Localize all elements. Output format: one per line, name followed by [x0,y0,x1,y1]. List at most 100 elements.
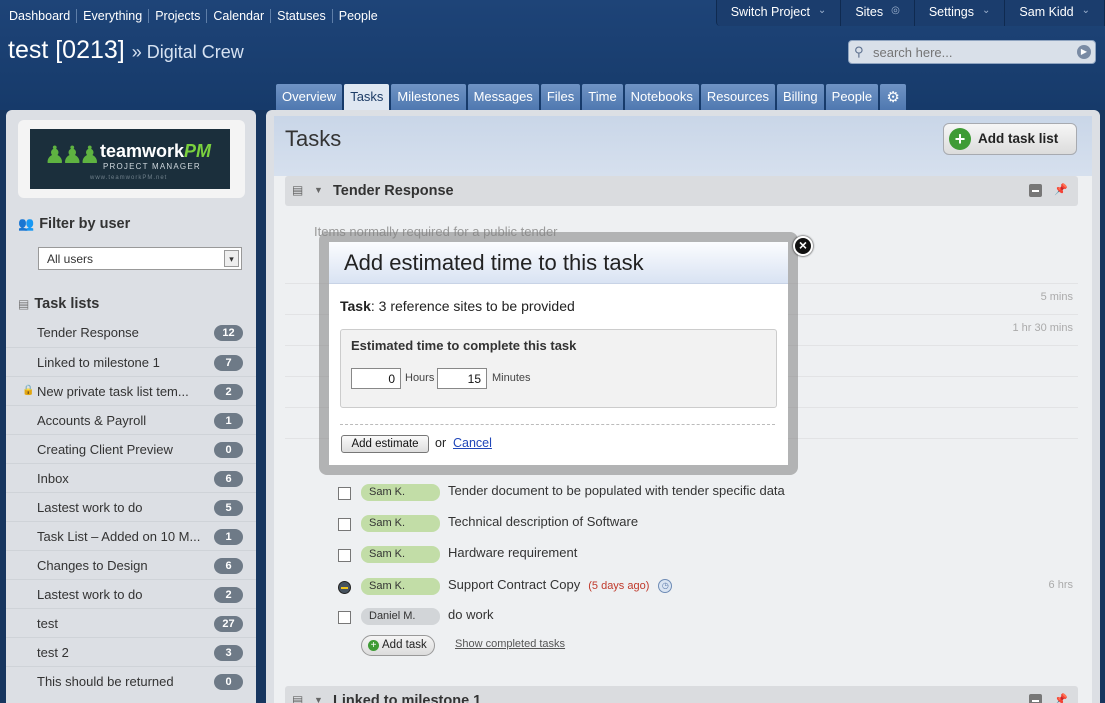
dropdown-arrow-icon: ▾ [224,250,239,267]
tab-messages[interactable]: Messages [467,84,539,110]
add-estimate-button[interactable]: Add estimate [341,435,429,453]
tab-time[interactable]: Time [582,84,623,110]
tab-milestones[interactable]: Milestones [391,84,466,110]
count-badge: 27 [214,616,243,632]
list-item-label: Linked to milestone 1 [37,355,160,370]
list-item[interactable]: Inbox 6 [6,463,256,492]
nav-projects[interactable]: Projects [149,9,208,23]
nav-everything[interactable]: Everything [77,9,150,23]
add-task-list-button[interactable]: + Add task list [943,123,1077,155]
pin-icon[interactable]: 📌 [1054,183,1068,196]
top-nav: Dashboard Everything Projects Calendar S… [9,9,384,23]
task-name[interactable]: do work [448,607,494,622]
tab-people[interactable]: People [825,84,879,110]
list-item-label: Lastest work to do [37,500,143,515]
task-name-wrap: Support Contract Copy (5 days ago) ◷ [448,577,673,593]
minimize-icon[interactable] [1029,694,1042,703]
task-name[interactable]: Support Contract Copy [448,577,580,592]
minutes-input[interactable] [437,368,487,389]
user-menu[interactable]: Sam Kidd ⌄ [1005,0,1105,26]
settings-menu[interactable]: Settings ⌄ [915,0,1006,26]
list-item[interactable]: Lastest work to do 2 [6,579,256,608]
nav-calendar[interactable]: Calendar [207,9,272,23]
task-checkbox[interactable] [338,549,351,562]
logo-brand: teamworkPM [100,141,211,162]
logo-image: ♟♟♟ teamworkPM PROJECT MANAGER www.teamw… [30,129,230,189]
list-item[interactable]: test 27 [6,608,256,637]
count-badge: 2 [214,384,243,400]
assignee-badge[interactable]: Sam K. [361,578,440,595]
tab-billing[interactable]: Billing [776,84,824,110]
assignee-badge[interactable]: Sam K. [361,484,440,501]
settings-label: Settings [928,5,975,19]
logo: ♟♟♟ teamworkPM PROJECT MANAGER www.teamw… [18,120,245,198]
close-icon[interactable]: × [793,236,813,256]
list-item-label: Task List – Added on 10 M... [37,529,201,544]
task-name[interactable]: Technical description of Software [448,514,638,529]
logo-brand-suffix: PM [184,141,212,161]
tab-resources[interactable]: Resources [700,84,775,110]
hours-input[interactable] [351,368,401,389]
filter-heading: 👥 Filter by user [18,216,130,232]
list-item[interactable]: Linked to milestone 1 7 [6,347,256,376]
hours-unit-label: Hours [405,372,435,384]
divider [340,424,775,425]
tasklist-list: Tender Response 12 Linked to milestone 17… [6,318,256,695]
tab-files[interactable]: Files [540,84,581,110]
sidebar: ♟♟♟ teamworkPM PROJECT MANAGER www.teamw… [6,110,256,703]
tab-overview[interactable]: Overview [276,84,343,110]
list-item[interactable]: This should be returned 0 [6,666,256,695]
task-name[interactable]: Tender document to be populated with ten… [448,483,785,498]
task-row: Sam K. Technical description of Software [285,509,1078,540]
count-badge: 1 [214,413,243,429]
task-row: Sam K. Hardware requirement [285,540,1078,571]
tab-notebooks[interactable]: Notebooks [624,84,699,110]
pin-icon[interactable]: 📌 [1054,693,1068,703]
minimize-icon[interactable] [1029,184,1042,197]
nav-dashboard[interactable]: Dashboard [9,9,78,23]
logo-url: www.teamworkPM.net [90,175,168,181]
list-item[interactable]: Changes to Design 6 [6,550,256,579]
collapse-icon[interactable]: ▼ [314,695,323,703]
add-task-button[interactable]: + Add task [361,635,435,656]
list-item-label: Inbox [37,471,69,486]
in-progress-icon[interactable] [338,581,351,594]
nav-statuses[interactable]: Statuses [271,9,333,23]
list-item[interactable]: Tender Response 12 [6,318,256,347]
count-badge: 12 [214,325,243,341]
task-checkbox[interactable] [338,487,351,500]
show-completed-link[interactable]: Show completed tasks [455,638,565,650]
assignee-badge[interactable]: Daniel M. [361,608,440,625]
switch-project-menu[interactable]: Switch Project ⌄ [717,0,842,26]
sites-menu[interactable]: Sites ◎ [841,0,915,26]
user-filter-value: All users [47,252,94,266]
list-item[interactable]: Task List – Added on 10 M... 1 [6,521,256,550]
list-item[interactable]: test 2 3 [6,637,256,666]
tab-tasks[interactable]: Tasks [344,84,390,110]
minutes-unit-label: Minutes [492,372,531,384]
search-go-icon[interactable]: ▶ [1077,45,1091,59]
top-right-menu: Switch Project ⌄ Sites ◎ Settings ⌄ Sam Kid… [715,0,1105,26]
list-item[interactable]: Creating Client Preview 0 [6,434,256,463]
list-item-label: Creating Client Preview [37,442,173,457]
gear-icon[interactable]: ⚙ [880,84,907,110]
plus-icon: + [949,128,971,150]
list-item[interactable]: 🔒 New private task list tem... 2 [6,376,256,405]
people-figures-icon: ♟♟♟ [44,142,101,169]
search-input[interactable] [873,43,1073,61]
task-time: 1 hr 30 mins [1012,322,1073,334]
collapse-icon[interactable]: ▼ [314,185,323,195]
clock-icon[interactable]: ◷ [658,578,673,593]
task-checkbox[interactable] [338,611,351,624]
task-name[interactable]: Hardware requirement [448,545,577,560]
user-filter-select[interactable]: All users ▾ [38,247,242,270]
nav-people[interactable]: People [333,9,384,23]
task-checkbox[interactable] [338,518,351,531]
assignee-badge[interactable]: Sam K. [361,515,440,532]
clipboard-icon: ▤ [18,297,30,311]
list-item[interactable]: Accounts & Payroll 1 [6,405,256,434]
cancel-link[interactable]: Cancel [453,436,492,450]
dialog-task-line: Task: 3 reference sites to be provided [340,298,575,314]
assignee-badge[interactable]: Sam K. [361,546,440,563]
list-item[interactable]: Lastest work to do 5 [6,492,256,521]
